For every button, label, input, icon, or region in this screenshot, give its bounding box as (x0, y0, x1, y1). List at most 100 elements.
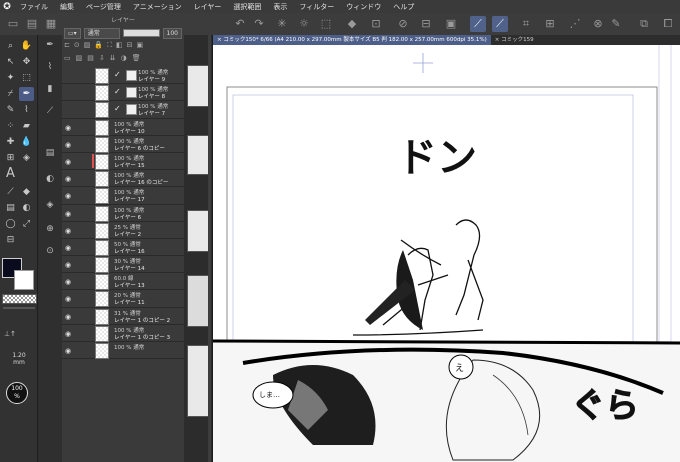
pen-icon[interactable]: ✒ (19, 87, 34, 101)
grid-snap-icon[interactable]: ⌗ (518, 16, 534, 32)
opacity-value[interactable]: 100 (162, 27, 182, 39)
zoom-icon[interactable]: ⌕ (3, 39, 18, 53)
transform-disabled-icon[interactable]: ⧉ (636, 16, 652, 32)
new-folder-icon[interactable]: ▤ (87, 54, 94, 65)
visibility-eye-icon[interactable]: ◉ (65, 295, 73, 303)
layer-lock-alpha-icon[interactable]: ⛶ (107, 41, 112, 53)
visibility-eye-icon[interactable]: ◉ (65, 330, 73, 338)
menu-item[interactable]: 表示 (267, 2, 293, 12)
shape-icon[interactable]: ◐ (19, 201, 34, 215)
line-icon[interactable]: ⟋ (3, 185, 18, 199)
layer-row[interactable]: ◉ 100 % 通常 レイヤー 10 (62, 118, 184, 136)
visibility-eye-icon[interactable]: ◉ (65, 141, 73, 149)
balloon-icon[interactable]: ◯ (3, 217, 18, 231)
text-icon[interactable]: A (3, 167, 18, 181)
blend-icon[interactable]: 💧 (19, 135, 34, 149)
undo-icon[interactable]: ↶ (232, 16, 248, 32)
open-file-icon[interactable]: ▤ (24, 16, 40, 32)
check-icon[interactable]: ✓ (114, 70, 121, 79)
layer-color-icon[interactable]: ▣ (137, 41, 144, 53)
fill-icon[interactable]: ◆ (344, 16, 360, 32)
layer-row[interactable]: ◉ 31 % 通常 レイヤー 1 のコピー 2 (62, 307, 184, 325)
delete-layer-icon[interactable]: 🗑 (132, 54, 141, 65)
guide-icon[interactable]: ⊞ (542, 16, 558, 32)
rect-select-icon[interactable]: ⬚ (19, 71, 34, 85)
visibility-eye-icon[interactable]: ◉ (65, 158, 73, 166)
draw-icon[interactable]: ✎ (608, 16, 624, 32)
visibility-eye-icon[interactable]: ◉ (65, 227, 73, 235)
visibility-eye-icon[interactable]: ◉ (65, 313, 73, 321)
background-color-swatch[interactable] (14, 270, 34, 290)
subtool-marker-icon[interactable]: ▮ (42, 81, 58, 97)
clear-icon[interactable]: ✳ (274, 16, 290, 32)
snap-ruler-icon[interactable]: ⟋ (470, 16, 486, 32)
menu-item[interactable]: ファイル (14, 2, 54, 12)
visibility-eye-icon[interactable]: ◉ (65, 261, 73, 269)
new-raster-layer-icon[interactable]: ▭ (64, 54, 71, 65)
visibility-eye-icon[interactable]: ◉ (65, 347, 73, 355)
settings-disabled-icon[interactable]: ⧠ (660, 16, 676, 32)
subtool-gpen-icon[interactable]: ⌇ (42, 59, 58, 75)
airbrush-icon[interactable]: ⁘ (3, 119, 18, 133)
ruler-icon[interactable]: ⊟ (3, 233, 18, 247)
redo-icon[interactable]: ↷ (251, 16, 267, 32)
hand-icon[interactable]: ✋ (19, 39, 34, 53)
decoration-icon[interactable]: ✚ (3, 135, 18, 149)
visibility-eye-icon[interactable]: ◉ (65, 244, 73, 252)
subtool-property-icon[interactable]: ⊕ (42, 221, 58, 237)
layer-row[interactable]: ◉ 100 % 通常 レイヤー 16 のコピー (62, 170, 184, 188)
subtool-line-icon[interactable]: ⟋ (42, 103, 58, 119)
menu-item[interactable]: 編集 (54, 2, 80, 12)
layer-row[interactable]: ◉ 25 % 通常 レイヤー 2 (62, 221, 184, 239)
brush-opacity-value[interactable]: 100 % (6, 382, 28, 404)
layer-property-button[interactable]: ▭▾ (64, 27, 81, 39)
layer-clip-icon[interactable]: ⊏ (64, 41, 70, 53)
magic-wand-icon[interactable]: ✦ (3, 71, 18, 85)
brush-icon[interactable]: ⌇ (19, 103, 34, 117)
layer-row[interactable]: ◉ 100 % 通常 レイヤー 15 (62, 152, 184, 171)
selection-icon[interactable]: ⬚ (318, 16, 334, 32)
brush-size-value[interactable]: 1.20 mm (5, 352, 33, 366)
save-icon[interactable]: ▦ (43, 16, 59, 32)
menu-item[interactable]: ウィンドウ (340, 2, 387, 12)
eraser-icon[interactable]: ▰ (19, 119, 34, 133)
layer-row[interactable]: ◉ 20 % 通常 レイヤー 11 (62, 290, 184, 308)
visibility-eye-icon[interactable]: ◉ (65, 210, 73, 218)
fill-tool-icon[interactable]: ◈ (19, 151, 34, 165)
merge-layer-icon[interactable]: ⇊ (110, 54, 116, 65)
visibility-eye-icon[interactable]: ◉ (65, 192, 73, 200)
document-tab[interactable]: × コミック150* 6/66 (A4 210.00 x 297.00mm 製本… (213, 35, 491, 45)
layer-row[interactable]: ◉ 100 % 通常 レイヤー 6 のコピー (62, 135, 184, 153)
document-tab[interactable]: × コミック159 (491, 35, 538, 45)
correct-line-icon[interactable]: ⤢ (19, 217, 34, 231)
layer-draft-icon[interactable]: ▨ (84, 41, 91, 53)
ruler-disabled-icon[interactable]: ⊘ (395, 16, 411, 32)
new-vector-layer-icon[interactable]: ▨ (76, 54, 83, 65)
blend-mode-select[interactable]: 通常 (83, 27, 120, 39)
layer-row[interactable]: ◉ 100 % 通常 レイヤー 1 のコピー 3 (62, 324, 184, 342)
visibility-eye-icon[interactable]: ◉ (65, 124, 73, 132)
visibility-eye-icon[interactable]: ◉ (65, 278, 73, 286)
operation-icon[interactable]: ↖ (3, 55, 18, 69)
new-file-icon[interactable]: ▭ (5, 16, 21, 32)
layer-row[interactable]: ◉ 100 % 通常 (62, 342, 184, 360)
menu-item[interactable]: アニメーション (127, 2, 188, 12)
gradient-icon[interactable]: ▤ (3, 201, 18, 215)
layer-row[interactable]: ◉ 100 % 通常 レイヤー 6 (62, 204, 184, 222)
subtool-palette-icon[interactable]: ▤ (42, 145, 58, 161)
menu-item[interactable]: 選択範囲 (227, 2, 267, 12)
app-logo-icon[interactable]: ✪ (0, 2, 14, 12)
check-icon[interactable]: ✓ (114, 87, 121, 96)
check-icon[interactable]: ✓ (114, 104, 121, 113)
subtool-layer-icon[interactable]: ◈ (42, 197, 58, 213)
brightness-icon[interactable]: ☼ (296, 16, 312, 32)
canvas[interactable]: ドン しま… え ぐら (213, 45, 680, 462)
layer-row[interactable]: ✓ 100 % 通常 レイヤー 7 (62, 101, 184, 119)
menu-item[interactable]: フィルター (293, 2, 340, 12)
transparent-color-swatch[interactable] (2, 294, 37, 304)
subtool-pen-icon[interactable]: ✒ (42, 37, 58, 53)
transform-icon[interactable]: ⊡ (368, 16, 384, 32)
layer-row[interactable]: ✓ 100 % 通常 レイヤー 8 (62, 84, 184, 102)
menu-item[interactable]: ヘルプ (387, 2, 420, 12)
frame-icon[interactable]: ⊞ (3, 151, 18, 165)
